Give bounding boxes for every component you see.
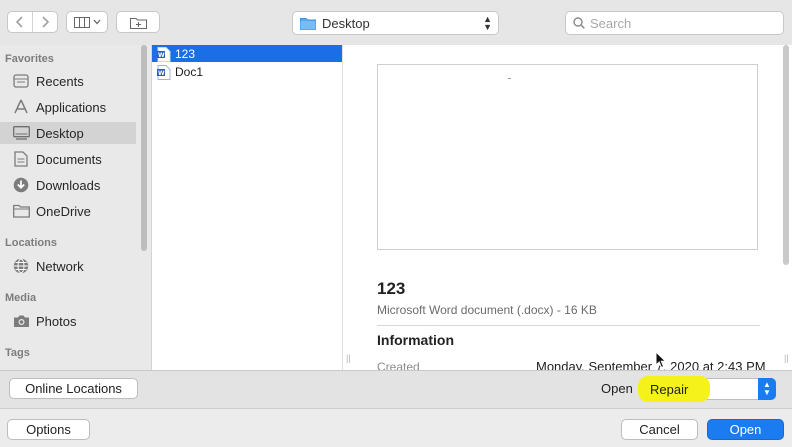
location-popup[interactable]: Desktop ▲ ▼	[292, 11, 499, 35]
sidebar-item-downloads[interactable]: Downloads	[0, 174, 136, 196]
sidebar-item-applications[interactable]: Applications	[0, 96, 136, 118]
sidebar-item-label: OneDrive	[36, 203, 91, 219]
back-button[interactable]	[8, 12, 32, 32]
resize-grip-icon[interactable]: ||	[784, 353, 789, 363]
options-button[interactable]: Options	[7, 419, 90, 440]
search-placeholder: Search	[590, 15, 632, 31]
open-mode-label: Open	[601, 381, 633, 396]
resize-grip-icon[interactable]: ||	[346, 353, 351, 363]
information-heading: Information	[377, 332, 454, 348]
clock-icon	[12, 73, 30, 89]
folder-icon	[300, 17, 316, 30]
column-divider[interactable]: ||	[342, 45, 359, 370]
sidebar-item-label: Network	[36, 258, 84, 274]
toolbar: Desktop ▲ ▼ Search	[0, 0, 792, 46]
sidebar-section-tags: Tags	[5, 347, 30, 359]
sidebar: Favorites Recents Applications Desktop D…	[0, 45, 152, 370]
open-button[interactable]: Open	[707, 419, 784, 440]
open-mode-value: Repair	[650, 382, 689, 397]
applications-icon	[12, 99, 30, 115]
online-locations-button[interactable]: Online Locations	[9, 378, 138, 399]
preview-scrollbar[interactable]	[783, 45, 789, 265]
button-label: Open	[729, 422, 762, 437]
sidebar-item-documents[interactable]: Documents	[0, 148, 136, 170]
desktop-icon	[12, 125, 30, 141]
sidebar-item-label: Photos	[36, 313, 77, 329]
new-folder-icon	[129, 17, 147, 29]
open-mode-popup[interactable]: Repair ▲ ▼	[638, 376, 776, 402]
preview-pane: 123 Microsoft Word document (.docx) - 16…	[358, 45, 792, 370]
search-icon	[573, 17, 585, 29]
sidebar-item-desktop[interactable]: Desktop	[0, 122, 136, 144]
divider	[377, 325, 760, 326]
sidebar-section-locations: Locations	[5, 237, 57, 249]
view-mode-button[interactable]	[66, 11, 108, 33]
file-list: W 123 W Doc1	[152, 45, 342, 370]
sidebar-item-label: Documents	[36, 151, 102, 167]
sidebar-item-onedrive[interactable]: OneDrive	[0, 200, 136, 222]
sidebar-item-label: Applications	[36, 99, 107, 115]
location-label: Desktop	[322, 15, 370, 31]
nav-buttons	[7, 11, 58, 33]
sidebar-item-photos[interactable]: Photos	[0, 310, 136, 332]
file-name: Doc1	[175, 64, 204, 79]
word-document-icon: W	[157, 46, 171, 62]
document-thumbnail	[377, 64, 758, 250]
sidebar-section-media: Media	[5, 292, 37, 304]
file-row-123[interactable]: W 123	[152, 45, 342, 62]
sidebar-item-label: Downloads	[36, 177, 101, 193]
preview-file-kind: Microsoft Word document (.docx) - 16 KB	[377, 303, 597, 317]
camera-icon	[12, 313, 30, 329]
download-icon	[12, 177, 30, 193]
updown-chevron-icon: ▲ ▼	[758, 378, 776, 400]
cancel-button[interactable]: Cancel	[621, 419, 698, 440]
preview-file-name: 123	[377, 279, 406, 298]
word-document-icon: W	[157, 64, 171, 80]
thumbnail-mark	[508, 78, 511, 79]
chevron-right-icon	[42, 16, 49, 28]
dialog-buttons-bar: Options Cancel Open	[0, 409, 792, 447]
sidebar-item-recents[interactable]: Recents	[0, 70, 136, 92]
sidebar-item-label: Recents	[36, 73, 84, 89]
sidebar-section-favorites: Favorites	[5, 53, 54, 65]
folder-icon	[12, 203, 30, 219]
columns-view-icon	[73, 16, 90, 28]
file-row-doc1[interactable]: W Doc1	[152, 63, 342, 80]
chevron-down-icon	[93, 19, 100, 25]
created-value: Monday, September 7, 2020 at 2:43 PM	[536, 359, 766, 370]
button-label: Options	[26, 422, 71, 437]
mouse-cursor-icon	[655, 351, 667, 369]
sidebar-item-label: Desktop	[36, 125, 84, 141]
chevron-left-icon	[16, 16, 23, 28]
button-label: Cancel	[639, 422, 680, 437]
file-name: 123	[175, 46, 196, 61]
svg-text:W: W	[158, 70, 165, 77]
network-icon	[12, 258, 30, 274]
button-label: Online Locations	[25, 381, 122, 396]
search-field[interactable]: Search	[565, 11, 784, 35]
svg-text:W: W	[158, 52, 165, 59]
sidebar-scrollbar[interactable]	[141, 45, 147, 251]
new-folder-button[interactable]	[116, 11, 160, 33]
updown-chevron-icon: ▲ ▼	[483, 14, 492, 32]
sidebar-item-network[interactable]: Network	[0, 255, 136, 277]
created-label: Created	[377, 360, 420, 370]
forward-button[interactable]	[32, 12, 57, 32]
document-icon	[12, 151, 30, 167]
